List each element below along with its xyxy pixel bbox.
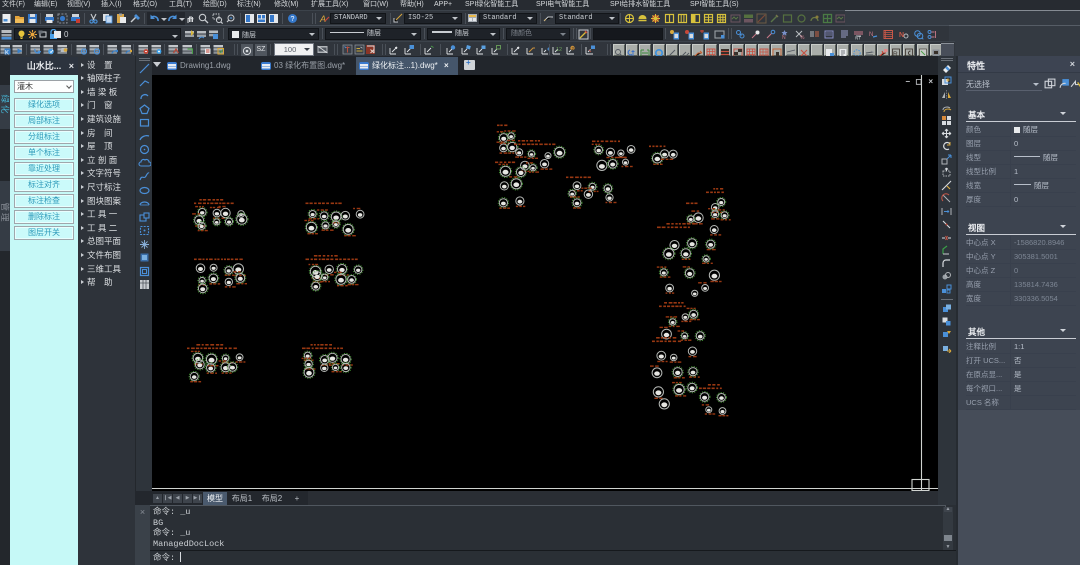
- svg-text:A: A: [319, 14, 326, 24]
- svg-text:N: N: [869, 32, 873, 38]
- svg-text:NT: NT: [855, 36, 861, 41]
- svg-text:12: 12: [556, 47, 562, 53]
- svg-text:K: K: [5, 51, 9, 56]
- svg-text:N: N: [782, 35, 786, 40]
- svg-text:?: ?: [291, 16, 295, 23]
- svg-text:%: %: [800, 35, 805, 40]
- svg-text:N: N: [899, 32, 904, 39]
